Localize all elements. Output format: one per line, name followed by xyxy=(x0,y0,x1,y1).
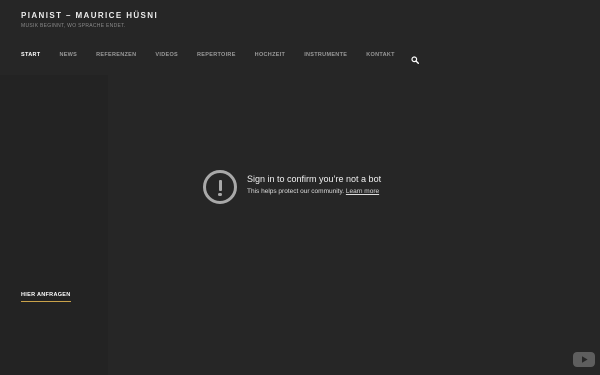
youtube-icon[interactable] xyxy=(573,352,595,367)
search-icon[interactable] xyxy=(411,51,419,65)
nav-item-repertoire[interactable]: REPERTOIRE xyxy=(197,52,236,58)
video-error-message: Sign in to confirm you’re not a bot This… xyxy=(203,170,381,204)
site-header: PIANIST – MAURICE HÜSNI MUSIK BEGINNT, W… xyxy=(21,11,158,29)
main-nav: START NEWS REFERENZEN VIDEOS REPERTOIRE … xyxy=(21,50,419,65)
hier-anfragen-link[interactable]: HIER ANFRAGEN xyxy=(21,292,71,302)
site-title[interactable]: PIANIST – MAURICE HÜSNI xyxy=(21,11,158,21)
sidebar-panel xyxy=(0,75,108,375)
nav-item-kontakt[interactable]: KONTAKT xyxy=(366,52,395,58)
exclamation-circle-icon xyxy=(203,170,237,204)
error-subtitle: This helps protect our community. Learn … xyxy=(247,188,381,195)
nav-item-videos[interactable]: VIDEOS xyxy=(155,52,178,58)
nav-item-instrumente[interactable]: INSTRUMENTE xyxy=(304,52,347,58)
nav-item-hochzeit[interactable]: HOCHZEIT xyxy=(255,52,286,58)
error-text: Sign in to confirm you’re not a bot This… xyxy=(247,174,381,195)
error-message: This helps protect our community. xyxy=(247,188,345,195)
nav-item-news[interactable]: NEWS xyxy=(59,52,77,58)
nav-item-referenzen[interactable]: REFERENZEN xyxy=(96,52,136,58)
page: PIANIST – MAURICE HÜSNI MUSIK BEGINNT, W… xyxy=(0,0,600,375)
learn-more-link[interactable]: Learn more xyxy=(346,188,379,195)
site-tagline: MUSIK BEGINNT, WO SPRACHE ENDET. xyxy=(21,23,126,29)
nav-item-start[interactable]: START xyxy=(21,52,40,58)
error-title: Sign in to confirm you’re not a bot xyxy=(247,174,382,184)
